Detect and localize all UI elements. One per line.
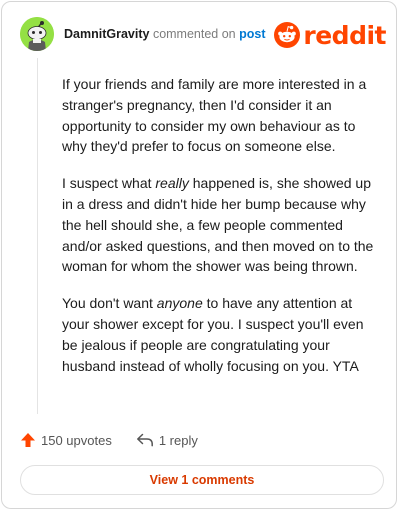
thread-line xyxy=(37,58,38,414)
commented-on-text: commented on xyxy=(152,27,236,41)
comment-byline: DamnitGravity commented on post xyxy=(64,27,266,41)
reply-count: 1 reply xyxy=(158,432,198,448)
user-avatar[interactable] xyxy=(20,17,54,51)
upvote-arrow-icon xyxy=(21,433,35,447)
post-link[interactable]: post xyxy=(239,27,265,41)
reply-button[interactable]: 1 reply xyxy=(136,433,198,448)
snoo-avatar-icon xyxy=(20,17,54,51)
comment-paragraph: I suspect what really happened is, she s… xyxy=(62,175,374,275)
view-comments-button[interactable]: View 1 comments xyxy=(20,465,384,495)
reddit-snoo-icon xyxy=(274,22,301,48)
upvote-count: 150 upvotes xyxy=(41,432,112,448)
username-link[interactable]: DamnitGravity xyxy=(64,27,149,41)
reddit-logo: reddit xyxy=(274,16,386,54)
comment-actions: 150 upvotes 1 reply xyxy=(20,428,198,452)
emphasis-text: really xyxy=(155,175,189,192)
reddit-wordmark: reddit xyxy=(303,20,386,50)
comment-header: DamnitGravity commented on post reddit xyxy=(20,16,386,54)
emphasis-text: anyone xyxy=(156,295,203,312)
comment-card: DamnitGravity commented on post reddit I… xyxy=(1,1,397,509)
comment-paragraph: If your friends and family are more inte… xyxy=(62,76,367,155)
reply-arrow-icon xyxy=(136,433,153,447)
comment-paragraph: You don't want anyone to have any attent… xyxy=(62,295,364,374)
comment-body: If your friends and family are more inte… xyxy=(62,74,378,392)
upvote-button[interactable]: 150 upvotes xyxy=(20,432,112,448)
